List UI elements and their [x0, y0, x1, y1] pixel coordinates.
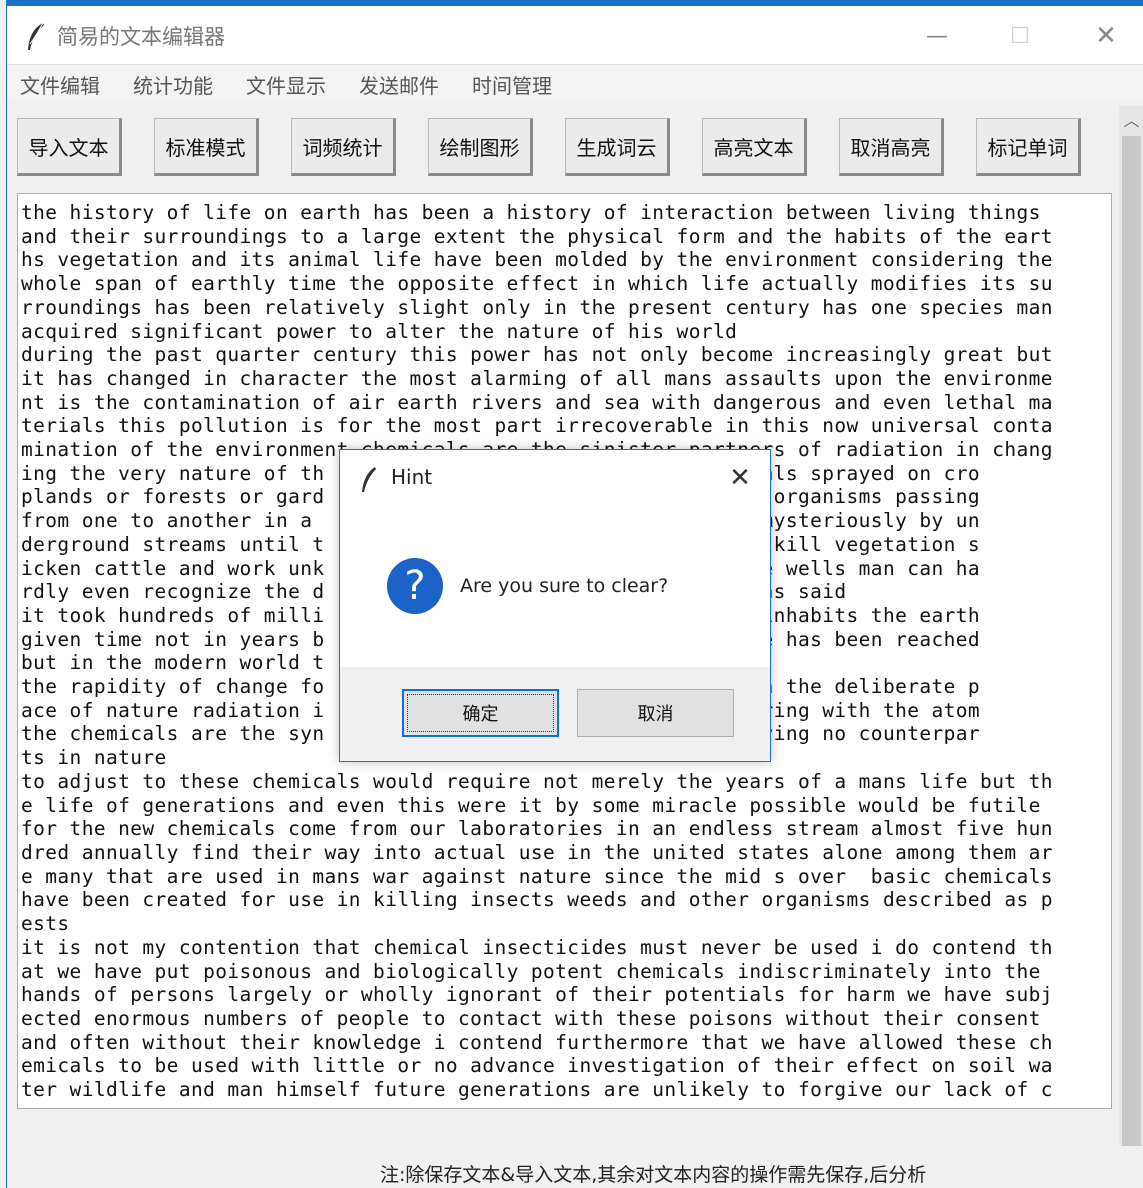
text-line: ter wildlife and man himself future gene… [21, 1078, 1053, 1102]
cancel-button[interactable]: 取消 [577, 689, 734, 737]
menu-bar: 文件编辑 统计功能 文件显示 发送邮件 时间管理 [7, 64, 1143, 100]
cancel-highlight-button[interactable]: 取消高亮 [839, 118, 944, 176]
window-title: 简易的文本编辑器 [57, 25, 225, 49]
text-line: nt is the contamination of air earth riv… [21, 390, 1053, 414]
scroll-up-arrow-icon[interactable]: ︿ [1119, 106, 1143, 136]
dialog-footer: 确定 取消 [340, 667, 770, 761]
text-line: rroundings has been relatively slight on… [21, 295, 1053, 319]
mark-word-button[interactable]: 标记单词 [976, 118, 1081, 176]
text-line: terials this pollution is for the most p… [21, 414, 1053, 438]
text-line: whole span of earthly time the opposite … [21, 272, 1053, 296]
text-line: the history of life on earth has been a … [21, 201, 1041, 224]
text-line: ests [21, 912, 70, 936]
text-line: e many that are used in mans war against… [21, 864, 1053, 888]
menu-send-email[interactable]: 发送邮件 [359, 70, 439, 99]
text-line: emicals to be used with little or no adv… [21, 1054, 1053, 1078]
text-line: during the past quarter century this pow… [21, 343, 1053, 367]
maximize-button[interactable]: ☐ [1000, 16, 1040, 56]
question-icon: ? [387, 558, 443, 614]
text-line: it has changed in character the most ala… [21, 366, 1053, 390]
menu-file-edit[interactable]: 文件编辑 [20, 70, 100, 99]
import-text-button[interactable]: 导入文本 [17, 118, 122, 176]
dialog-close-button[interactable]: ✕ [724, 462, 756, 494]
dialog-title: Hint [391, 465, 433, 489]
footer-note: 注:除保存文本&导入文本,其余对文本内容的操作需先保存,后分析 [380, 1164, 927, 1186]
close-button[interactable]: ✕ [1086, 16, 1126, 56]
highlight-text-button[interactable]: 高亮文本 [702, 118, 807, 176]
dialog-message: Are you sure to clear? [460, 575, 669, 597]
text-line: and often without their knowledge i cont… [21, 1030, 1053, 1054]
hint-dialog: Hint ✕ ? Are you sure to clear? 确定 取消 [339, 449, 771, 762]
feather-icon [362, 467, 376, 492]
feather-icon [28, 22, 44, 50]
ok-button[interactable]: 确定 [402, 689, 559, 737]
text-line: hands of persons largely or wholly ignor… [21, 983, 1053, 1007]
scrollbar[interactable]: ︿ [1119, 106, 1143, 1146]
menu-statistics[interactable]: 统计功能 [133, 70, 213, 99]
word-cloud-button[interactable]: 生成词云 [565, 118, 670, 176]
text-line: it is not my contention that chemical in… [21, 935, 1053, 959]
text-line: ected enormous numbers of people to cont… [21, 1006, 1041, 1030]
draw-chart-button[interactable]: 绘制图形 [428, 118, 533, 176]
title-bar: 简易的文本编辑器 — ☐ ✕ [7, 6, 1143, 64]
text-line: acquired significant power to alter the … [21, 319, 738, 343]
standard-mode-button[interactable]: 标准模式 [154, 118, 259, 176]
text-line: for the new chemicals come from our labo… [21, 817, 1053, 841]
text-line: at we have put poisonous and biologicall… [21, 959, 1041, 983]
minimize-button[interactable]: — [917, 16, 957, 56]
text-line: to adjust to these chemicals would requi… [21, 769, 1053, 793]
scroll-thumb[interactable] [1122, 136, 1141, 1146]
menu-time-management[interactable]: 时间管理 [472, 70, 552, 99]
word-frequency-button[interactable]: 词频统计 [291, 118, 396, 176]
text-line: have been created for use in killing ins… [21, 888, 1053, 912]
text-line: and their surroundings to a large extent… [21, 224, 1053, 248]
text-line: hs vegetation and its animal life have b… [21, 248, 1053, 272]
text-line: e life of generations and even this were… [21, 793, 1041, 817]
menu-file-display[interactable]: 文件显示 [246, 70, 326, 99]
text-line: dred annually find their way into actual… [21, 840, 1053, 864]
